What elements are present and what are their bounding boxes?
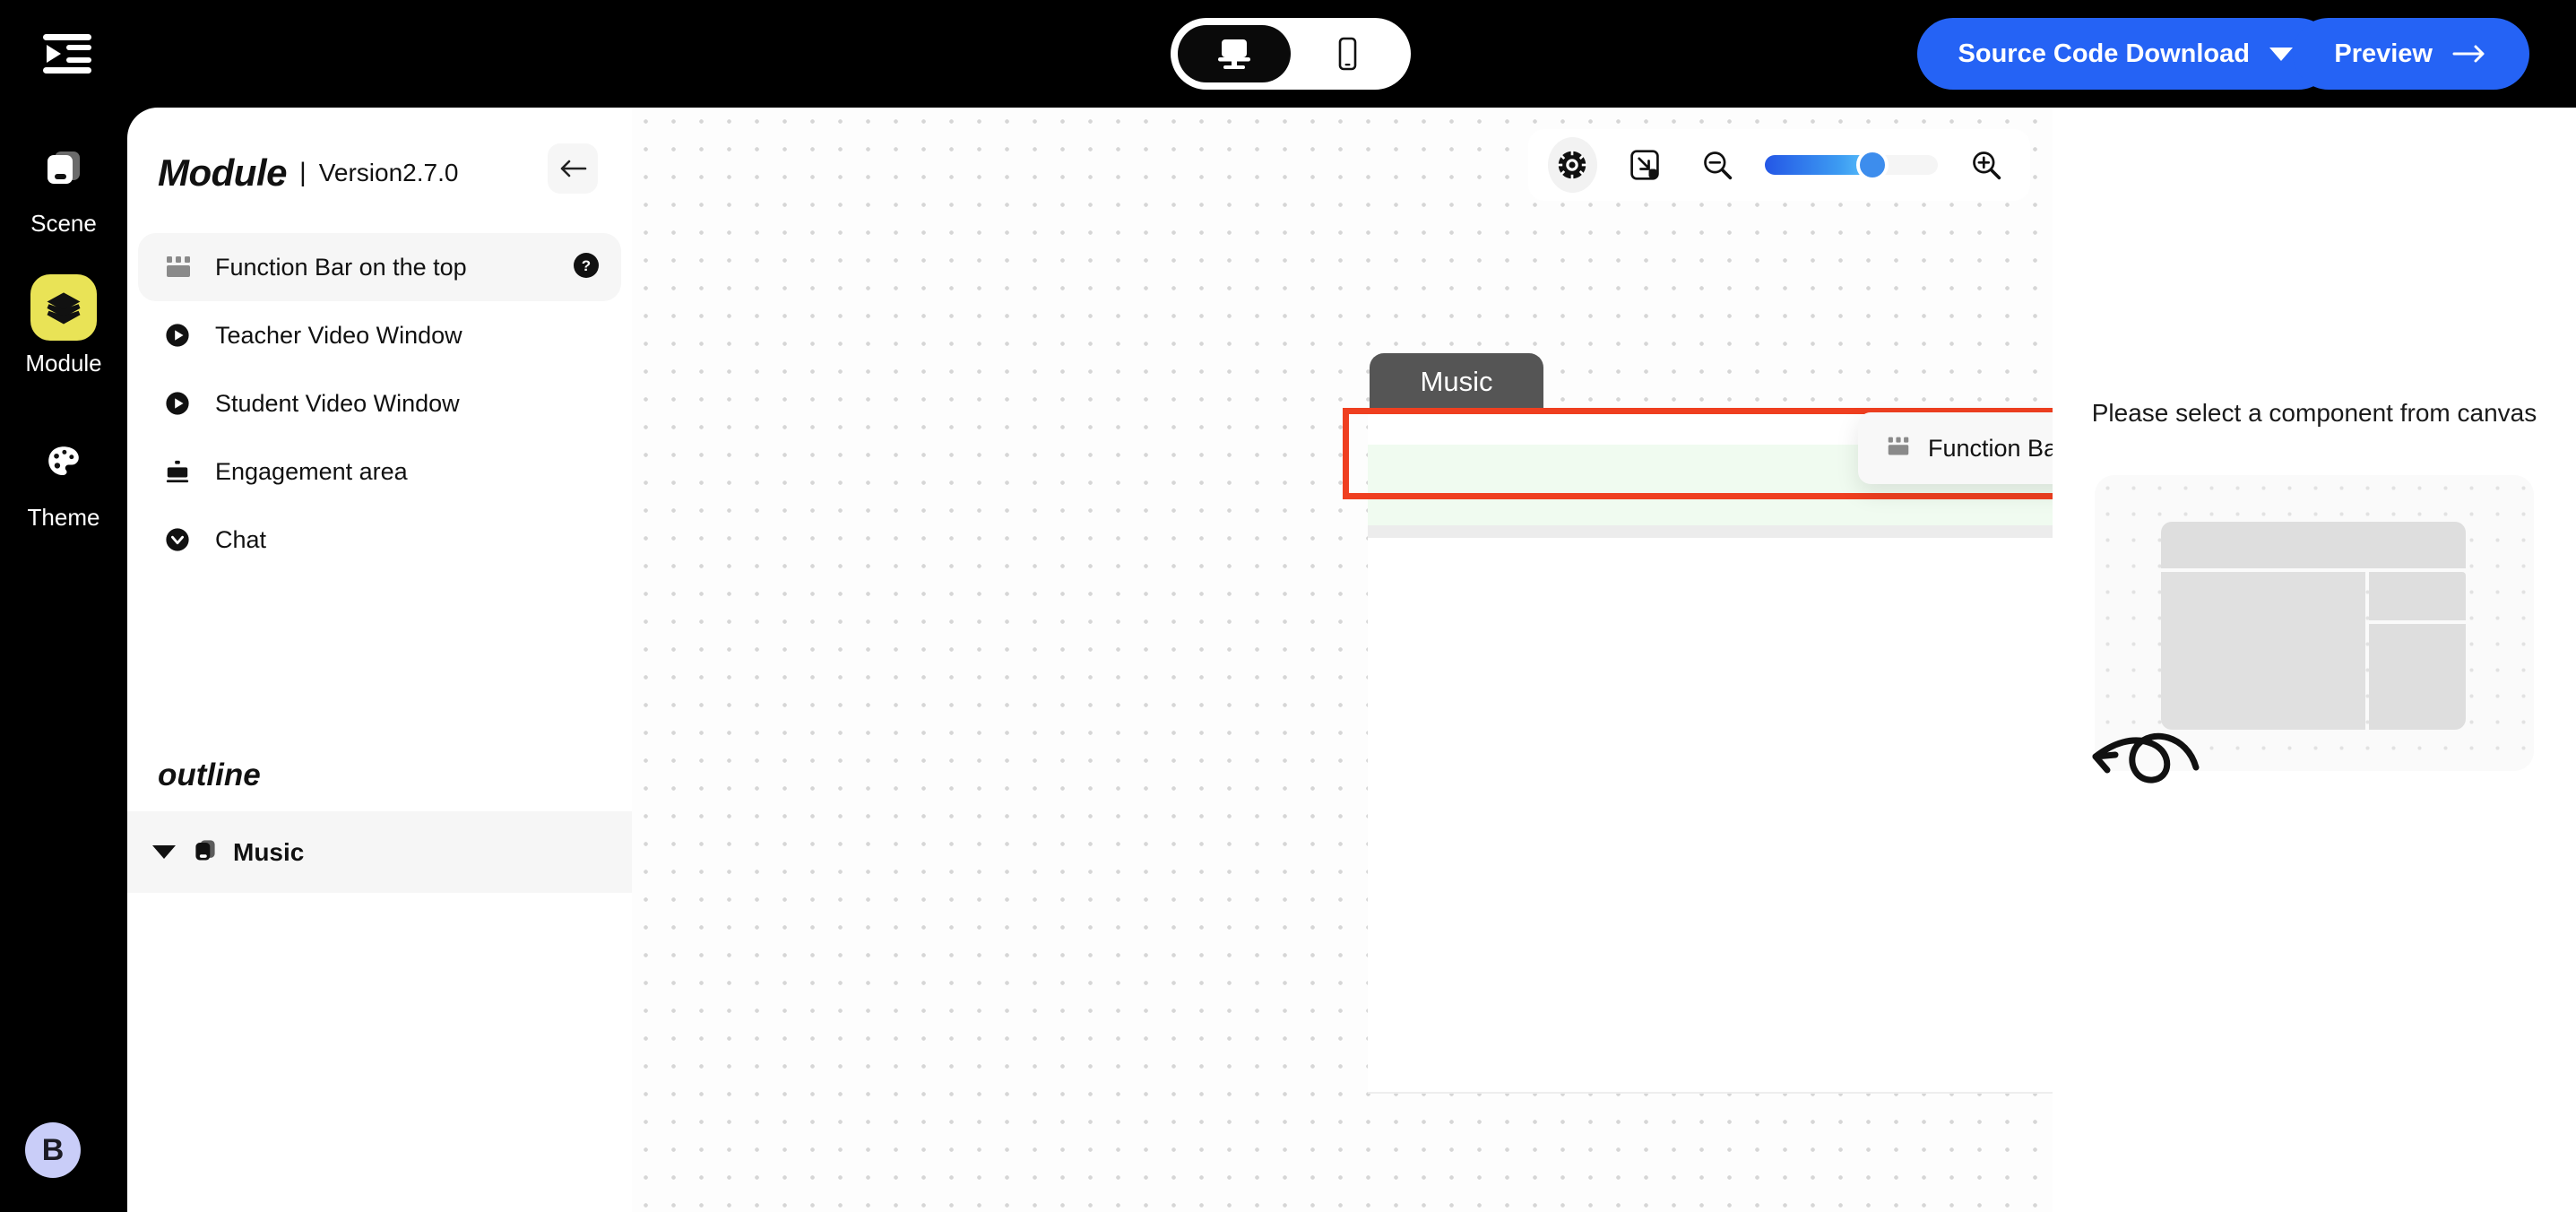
- collapse-sidebar-icon[interactable]: [39, 32, 95, 75]
- scene-tab-label: Music: [1420, 366, 1493, 397]
- sidebar-item-module-label: Module: [25, 350, 102, 377]
- module-item-student-video[interactable]: Student Video Window: [138, 369, 621, 437]
- version-label: Version2.7.0: [318, 159, 459, 186]
- placeholder-side-block-1: [2369, 572, 2466, 620]
- layers-icon: [30, 274, 97, 341]
- scene-icon: [30, 134, 97, 201]
- layout-placeholder-icon: [2092, 475, 2534, 783]
- canvas-component-tooltip[interactable]: Function Bar on the top ?: [1858, 412, 2053, 484]
- avatar-initial: B: [41, 1132, 65, 1167]
- module-item-label: Chat: [215, 525, 267, 553]
- chevron-down-icon: [2269, 47, 2293, 61]
- zoom-slider[interactable]: [1765, 149, 1939, 181]
- svg-text:?: ?: [582, 257, 591, 274]
- function-bar-icon: [165, 255, 201, 279]
- arrow-right-icon: [2452, 45, 2485, 63]
- outline-heading: outline: [158, 758, 261, 792]
- avatar[interactable]: B: [25, 1122, 81, 1178]
- chat-circle-icon: [165, 527, 201, 552]
- title-separator: |: [298, 158, 307, 187]
- properties-panel: Please select a component from canvas: [2053, 108, 2576, 1212]
- placeholder-side-block-2: [2369, 624, 2466, 730]
- module-panel: Module | Version2.7.0 Function Bar on th…: [127, 108, 632, 1212]
- zoom-slider-handle[interactable]: [1856, 149, 1889, 181]
- canvas[interactable]: Music Function Bar on the top ?: [632, 108, 2053, 1212]
- source-code-download-button[interactable]: Source Code Download: [1916, 18, 2334, 90]
- empty-state-message: Please select a component from canvas: [2091, 399, 2537, 427]
- zoom-in-icon[interactable]: [1961, 137, 2010, 193]
- scene-tab-music[interactable]: Music: [1370, 353, 1543, 411]
- help-circle-icon[interactable]: ?: [573, 252, 600, 283]
- outline-item-label: Music: [233, 837, 305, 866]
- device-desktop-button[interactable]: [1178, 25, 1291, 82]
- sidebar-item-theme-label: Theme: [27, 504, 100, 531]
- module-list: Function Bar on the top ? Teacher Video …: [138, 233, 621, 574]
- module-item-teacher-video[interactable]: Teacher Video Window: [138, 301, 621, 369]
- sidebar-item-module[interactable]: Module: [0, 274, 127, 377]
- source-code-download-label: Source Code Download: [1958, 39, 2250, 68]
- module-item-chat[interactable]: Chat: [138, 506, 621, 574]
- top-bar: Source Code Download Preview: [0, 0, 2576, 108]
- canvas-toolbar: [1528, 129, 2030, 201]
- left-rail: Scene Module Theme B: [0, 0, 127, 1212]
- outline-item-music[interactable]: Music: [127, 811, 632, 893]
- play-circle-icon: [165, 323, 201, 348]
- module-item-function-bar[interactable]: Function Bar on the top ?: [138, 233, 621, 301]
- chevron-down-icon[interactable]: [152, 845, 176, 859]
- canvas-device-frame: [1368, 411, 2053, 1094]
- sidebar-item-scene[interactable]: Scene: [0, 134, 127, 238]
- target-icon[interactable]: [1548, 137, 1597, 193]
- preview-button[interactable]: Preview: [2293, 18, 2529, 90]
- sidebar-item-scene-label: Scene: [30, 210, 97, 237]
- arrow-left-icon: [560, 160, 587, 177]
- module-item-engagement-area[interactable]: Engagement area: [138, 437, 621, 506]
- scene-icon: [192, 836, 219, 868]
- canvas-divider: [1368, 525, 2053, 538]
- placeholder-header-block: [2161, 522, 2466, 568]
- device-switch[interactable]: [1171, 18, 1411, 90]
- sidebar-item-theme[interactable]: Theme: [0, 429, 127, 532]
- preview-label: Preview: [2334, 39, 2433, 68]
- fit-to-screen-icon[interactable]: [1621, 137, 1670, 193]
- back-button[interactable]: [548, 143, 598, 194]
- curly-arrow-icon: [2092, 732, 2200, 783]
- play-circle-icon: [165, 391, 201, 416]
- module-item-label: Function Bar on the top: [215, 253, 467, 281]
- device-mobile-button[interactable]: [1291, 25, 1404, 82]
- palette-icon: [30, 429, 97, 495]
- zoom-out-icon[interactable]: [1693, 137, 1742, 193]
- page-title: Module: [158, 152, 287, 194]
- canvas-main-region[interactable]: [1368, 538, 2053, 1094]
- module-item-label: Engagement area: [215, 457, 408, 485]
- engagement-icon: [165, 459, 201, 484]
- module-item-label: Student Video Window: [215, 389, 460, 417]
- function-bar-icon: [1887, 436, 1910, 462]
- canvas-component-label: Function Bar on the top: [1928, 434, 2053, 462]
- module-item-label: Teacher Video Window: [215, 321, 462, 349]
